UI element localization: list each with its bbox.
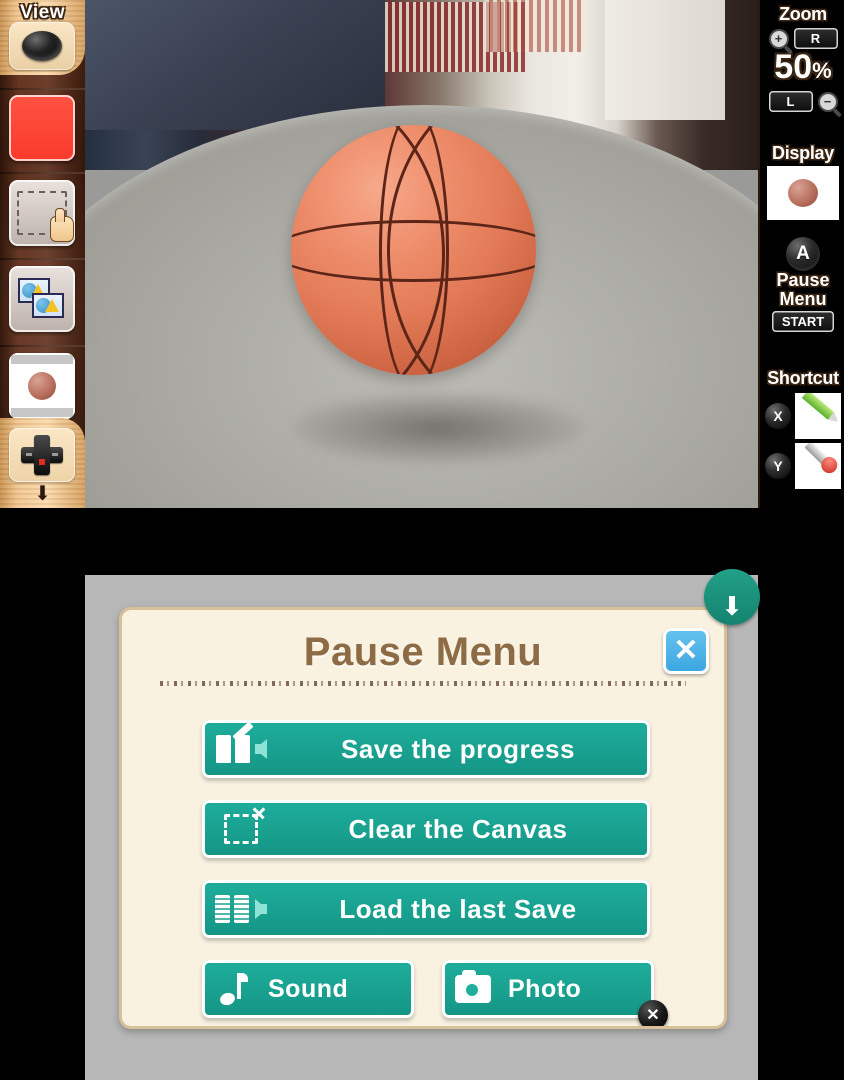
display-title: Display [772,143,834,163]
toolbar-divider [0,88,85,90]
zoom-in-button[interactable]: R [793,28,838,49]
title-divider [160,681,686,686]
sound-label: Sound [268,974,349,1003]
clear-canvas-button[interactable]: Clear the Canvas [202,800,650,858]
y-button-icon[interactable]: Y [765,453,791,479]
left-toolbar: View ⬇ [0,0,85,508]
camera-icon [442,970,504,1003]
toolbar-divider [0,258,85,260]
down-arrow-icon[interactable]: ⬇ [0,484,85,504]
dpad-button[interactable] [9,428,75,482]
pause-section: A Pause Menu START [760,237,844,332]
toolbar-divider [0,172,85,174]
pause-label-line2: Menu [779,289,827,309]
close-button[interactable]: ✕ [663,628,709,674]
pencil-icon [801,393,835,420]
zoom-out-button[interactable]: L [768,91,813,112]
dashed-selection-sparkle-icon [202,803,280,844]
photo-button[interactable]: Photo ✕ [442,960,668,1026]
display-section: Display [760,143,844,220]
ball-shadow [293,392,583,464]
zoom-title: Zoom [779,4,827,24]
color-swatch-button[interactable] [9,95,75,161]
shortcut-tile-pencil[interactable] [795,393,841,439]
zoom-value-number: 50 [774,48,813,86]
basketball-subject [291,125,536,375]
x-button-icon[interactable]: ✕ [638,1000,668,1026]
dpad-icon [21,435,63,475]
shortcut-section: Shortcut X Y [760,368,844,489]
shortcut-title: Shortcut [767,368,839,388]
shortcut-tile-eyedropper[interactable] [795,443,841,489]
bottom-screen: Pause Menu ✕ Save the progress Clear the… [85,569,760,1080]
doorframe-shape [605,0,725,120]
zoom-value-unit: % [812,58,832,83]
toolbar-divider [0,345,85,347]
eyedropper-icon [804,443,834,470]
camera-reference-view[interactable] [85,0,758,508]
start-button[interactable]: START [772,311,834,332]
a-button-icon[interactable]: A [786,237,820,271]
selection-tool-button[interactable] [9,180,75,246]
load-last-save-label: Load the last Save [339,893,577,924]
open-book-arrow-icon [202,895,280,923]
layers-tool-button[interactable] [9,266,75,332]
zoom-section: Zoom + R 50% L − [760,4,844,112]
layers-icon [18,278,66,320]
display-thumbnail[interactable] [767,166,839,220]
zoom-value: 50% [760,50,844,88]
reference-photo-icon [11,355,73,417]
pull-down-tab[interactable]: ⬇ [704,569,760,625]
save-progress-label: Save the progress [341,733,575,764]
page-title: Pause Menu [303,630,543,674]
x-button-icon[interactable]: X [765,403,791,429]
photo-label: Photo [508,974,582,1003]
shelf-books-secondary [485,0,585,52]
pause-menu-dialog: Pause Menu ✕ Save the progress Clear the… [119,607,727,1029]
selection-hand-icon [17,191,74,242]
reference-photo-icon [788,179,818,207]
pause-label-line1: Pause [776,270,830,290]
reference-photo-button[interactable] [9,353,75,419]
down-arrow-icon: ⬇ [721,591,743,621]
music-note-icon [202,973,264,1008]
top-screen: View ⬇ Zoom + R 50% L − Display A Pause … [0,0,844,508]
right-toolbar: Zoom + R 50% L − Display A Pause Menu ST… [758,0,844,508]
load-last-save-button[interactable]: Load the last Save [202,880,650,938]
book-pencil-icon [202,721,280,763]
camera-lens-icon [22,31,62,61]
game-screenshot: View ⬇ Zoom + R 50% L − Display A Pause … [0,0,844,1080]
magnifier-minus-icon[interactable]: − [817,91,838,112]
sound-button[interactable]: Sound [202,960,414,1018]
clear-canvas-label: Clear the Canvas [348,813,568,844]
view-button[interactable] [9,22,75,70]
view-label: View [20,2,65,23]
shortcut-row-y[interactable]: Y [760,443,844,489]
save-progress-button[interactable]: Save the progress [202,720,650,778]
shortcut-row-x[interactable]: X [760,393,844,439]
magnifier-plus-icon[interactable]: + [768,28,789,49]
